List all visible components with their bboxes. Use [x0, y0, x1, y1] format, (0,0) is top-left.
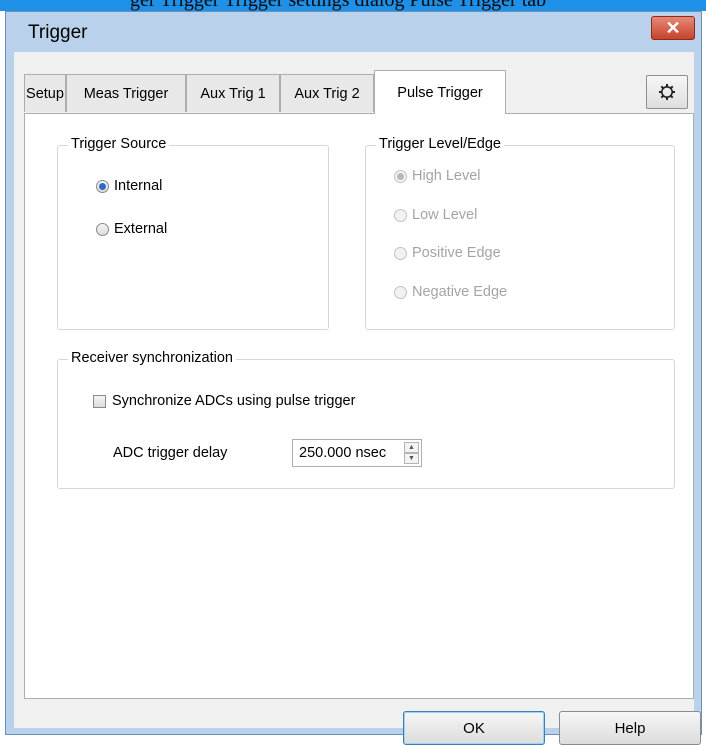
adc-delay-label-text: ADC trigger delay	[113, 445, 228, 461]
close-button[interactable]: ✕	[651, 16, 695, 40]
tab-label: Aux Trig 2	[294, 85, 360, 102]
receiver-sync-group: Receiver synchronization Synchronize ADC…	[57, 350, 675, 489]
ok-label: OK	[463, 719, 485, 737]
adc-delay-spinner[interactable]: ▲ ▼	[404, 442, 419, 464]
tab-label: Meas Trigger	[83, 85, 169, 102]
spin-down-icon[interactable]: ▼	[404, 453, 419, 464]
trigger-source-group: Trigger Source Internal External	[57, 136, 329, 330]
tab-label: Aux Trig 1	[200, 85, 266, 102]
adc-delay-label: ADC trigger delay	[113, 445, 227, 461]
settings-button[interactable]	[646, 75, 688, 109]
tab-aux-trig-1[interactable]: Aux Trig 1	[186, 74, 280, 112]
trigger-source-title: Trigger Source	[68, 136, 170, 152]
trigger-dialog: Trigger ✕ Setup Meas Trigger Aux Trig 1 …	[5, 11, 702, 745]
radio-external[interactable]: External	[96, 221, 167, 237]
close-icon: ✕	[665, 17, 681, 38]
radio-button[interactable]	[394, 246, 407, 260]
radio-button[interactable]	[96, 222, 109, 236]
radio-button[interactable]	[394, 285, 407, 299]
tab-meas-trigger[interactable]: Meas Trigger	[66, 74, 186, 112]
radio-label: Internal	[114, 178, 163, 194]
tab-label: Setup	[26, 85, 64, 102]
tab-setup[interactable]: Setup	[24, 74, 66, 112]
receiver-sync-title: Receiver synchronization	[68, 350, 236, 366]
help-label: Help	[614, 719, 646, 737]
radio-label: Negative Edge	[412, 284, 508, 300]
radio-negative-edge[interactable]: Negative Edge	[394, 284, 507, 300]
trigger-level-group: Trigger Level/Edge High Level Low Level …	[365, 136, 675, 330]
caption-strip-text: ger Trigger Trigger settings dialog Puls…	[130, 0, 547, 11]
trigger-level-title: Trigger Level/Edge	[376, 136, 504, 152]
sync-adcs-label: Synchronize ADCs using pulse trigger	[112, 393, 356, 409]
sync-adcs-checkbox[interactable]	[93, 394, 106, 408]
adc-delay-input[interactable]	[293, 445, 399, 461]
tab-aux-trig-2[interactable]: Aux Trig 2	[280, 74, 374, 112]
radio-button[interactable]	[394, 169, 407, 183]
help-button[interactable]: Help	[559, 711, 701, 745]
radio-low-level[interactable]: Low Level	[394, 207, 477, 223]
gear-icon	[659, 84, 675, 100]
caption-strip: ger Trigger Trigger settings dialog Puls…	[0, 0, 706, 11]
radio-positive-edge[interactable]: Positive Edge	[394, 245, 501, 261]
dialog-client-area: Setup Meas Trigger Aux Trig 1 Aux Trig 2…	[14, 52, 701, 745]
radio-label: High Level	[412, 168, 481, 184]
spin-up-icon[interactable]: ▲	[404, 442, 419, 453]
dialog-title: Trigger	[28, 22, 88, 43]
radio-internal[interactable]: Internal	[96, 178, 162, 194]
radio-button[interactable]	[394, 208, 407, 222]
radio-high-level[interactable]: High Level	[394, 168, 481, 184]
tab-label: Pulse Trigger	[397, 84, 483, 101]
adc-delay-field[interactable]: ▲ ▼	[292, 439, 422, 467]
radio-label: External	[114, 221, 168, 237]
ok-button[interactable]: OK	[403, 711, 545, 745]
radio-label: Positive Edge	[412, 245, 501, 261]
pulse-trigger-panel: Trigger Source Internal External Trigger…	[24, 113, 694, 699]
radio-label: Low Level	[412, 207, 478, 223]
radio-button[interactable]	[96, 179, 109, 193]
sync-adcs-checkbox-row[interactable]: Synchronize ADCs using pulse trigger	[93, 393, 355, 409]
tab-pulse-trigger[interactable]: Pulse Trigger	[374, 70, 506, 114]
